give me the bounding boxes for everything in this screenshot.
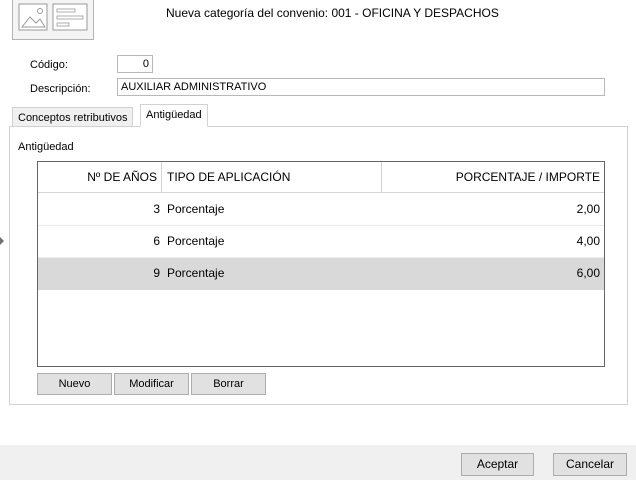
cell-amount: 4,00 bbox=[576, 234, 600, 248]
cell-type: Porcentaje bbox=[167, 202, 225, 216]
form-image-icon bbox=[12, 0, 94, 40]
antiguedad-grid[interactable]: Nº DE AÑOS TIPO DE APLICACIÓN PORCENTAJE… bbox=[37, 161, 605, 367]
cell-amount: 6,00 bbox=[576, 266, 600, 280]
grid-header: Nº DE AÑOS TIPO DE APLICACIÓN PORCENTAJE… bbox=[38, 162, 604, 193]
table-row-selected[interactable]: 9 Porcentaje 6,00 bbox=[38, 258, 604, 290]
cell-years: 9 bbox=[153, 266, 160, 280]
cancel-button[interactable]: Cancelar bbox=[553, 453, 627, 476]
table-row[interactable]: 6 Porcentaje 4,00 bbox=[38, 226, 604, 258]
codigo-input[interactable]: 0 bbox=[117, 55, 153, 73]
descripcion-label: Descripción: bbox=[30, 83, 91, 95]
column-header-years[interactable]: Nº DE AÑOS bbox=[38, 162, 162, 192]
column-header-type[interactable]: TIPO DE APLICACIÓN bbox=[162, 162, 382, 192]
column-header-amount[interactable]: PORCENTAJE / IMPORTE bbox=[382, 162, 604, 192]
group-title: Antigüedad bbox=[18, 141, 74, 153]
cell-years: 3 bbox=[153, 202, 160, 216]
delete-button[interactable]: Borrar bbox=[191, 373, 266, 395]
dialog-footer bbox=[0, 445, 636, 480]
cell-years: 6 bbox=[153, 234, 160, 248]
accept-button[interactable]: Aceptar bbox=[461, 453, 534, 476]
cell-type: Porcentaje bbox=[167, 266, 225, 280]
table-row[interactable]: 3 Porcentaje 2,00 bbox=[38, 194, 604, 226]
cell-type: Porcentaje bbox=[167, 234, 225, 248]
edit-button[interactable]: Modificar bbox=[114, 373, 189, 395]
codigo-label: Código: bbox=[30, 59, 68, 71]
window-title: Nueva categoría del convenio: 001 - OFIC… bbox=[166, 6, 499, 20]
tab-antiguedad[interactable]: Antigüedad bbox=[140, 104, 208, 127]
new-button[interactable]: Nuevo bbox=[37, 373, 112, 395]
cell-amount: 2,00 bbox=[576, 202, 600, 216]
descripcion-input[interactable]: AUXILIAR ADMINISTRATIVO bbox=[117, 78, 605, 96]
row-indicator-icon bbox=[0, 237, 4, 245]
